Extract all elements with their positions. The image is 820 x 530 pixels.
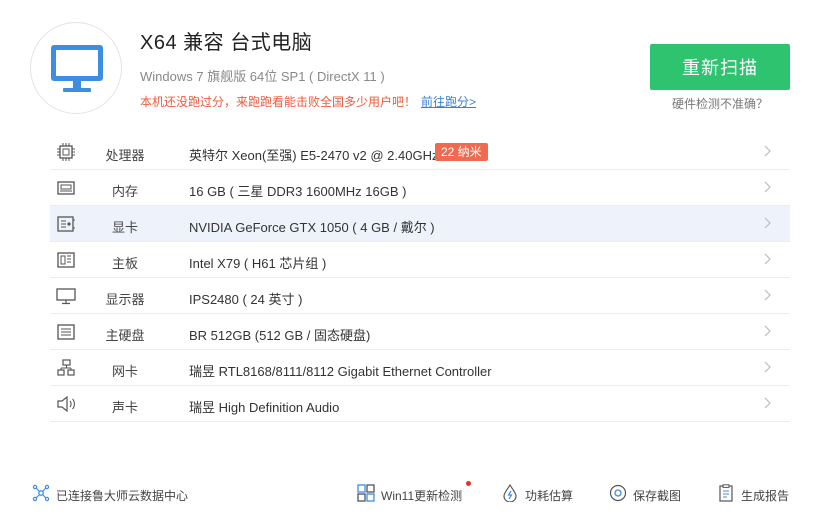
benchmark-promo-text: 本机还没跑过分，来跑跑看能击败全国多少用户吧！ <box>140 95 417 109</box>
desktop-computer-icon <box>51 45 103 92</box>
network-icon <box>57 359 75 376</box>
chevron-right-icon <box>764 289 771 301</box>
chevron-right-icon <box>764 181 771 193</box>
detection-inaccurate-link[interactable]: 硬件检测不准确？ <box>650 95 790 112</box>
process-node-badge: 22 纳米 <box>435 143 488 161</box>
screenshot-icon <box>609 484 627 502</box>
generate-report-label: 生成报告 <box>741 489 790 503</box>
monitor-icon <box>56 288 76 305</box>
hardware-row-cpu[interactable]: 处理器 英特尔 Xeon(至强) E5-2470 v2 @ 2.40GHz 22… <box>50 134 790 170</box>
hardware-label: 声卡 <box>111 400 138 415</box>
hardware-label: 内存 <box>111 184 138 199</box>
hardware-value: 英特尔 Xeon(至强) E5-2470 v2 @ 2.40GHz <box>189 148 439 163</box>
power-drop-icon <box>503 484 517 502</box>
power-estimate-label: 功耗估算 <box>525 489 574 503</box>
notification-dot <box>466 481 471 486</box>
hardware-value: Intel X79 ( H61 芯片组 ) <box>189 256 327 271</box>
cloud-network-icon <box>32 484 50 502</box>
hardware-row-monitor[interactable]: 显示器 IPS2480 ( 24 英寸 ) <box>50 278 790 314</box>
report-icon <box>719 484 733 502</box>
hardware-label: 显示器 <box>105 292 145 307</box>
chevron-right-icon <box>764 325 771 337</box>
speaker-icon <box>57 395 75 413</box>
hardware-label: 处理器 <box>105 148 145 163</box>
hardware-row-harddisk[interactable]: 主硬盘 BR 512GB (512 GB / 固态硬盘) <box>50 314 790 350</box>
hardware-value: BR 512GB (512 GB / 固态硬盘) <box>189 328 371 343</box>
hardware-row-sound[interactable]: 声卡 瑞昱 High Definition Audio <box>50 386 790 422</box>
hardware-label: 显卡 <box>111 220 138 235</box>
hardware-value: IPS2480 ( 24 英寸 ) <box>189 292 303 307</box>
gpu-icon <box>57 216 75 232</box>
hardware-label: 主板 <box>111 256 138 271</box>
os-info: Windows 7 旗舰版 64位 SP1 ( DirectX 11 ) <box>140 69 385 84</box>
cpu-icon <box>57 143 75 161</box>
hardware-value: NVIDIA GeForce GTX 1050 ( 4 GB / 戴尔 ) <box>189 220 435 235</box>
hardware-row-gpu[interactable]: 显卡 NVIDIA GeForce GTX 1050 ( 4 GB / 戴尔 ) <box>50 206 790 242</box>
memory-icon <box>57 181 75 195</box>
hardware-row-motherboard[interactable]: 主板 Intel X79 ( H61 芯片组 ) <box>50 242 790 278</box>
chevron-right-icon <box>764 397 771 409</box>
page-title: X64 兼容 台式电脑 <box>140 32 313 54</box>
chevron-right-icon <box>764 253 771 265</box>
hardware-value: 瑞昱 RTL8168/8111/8112 Gigabit Ethernet Co… <box>189 364 492 379</box>
hardware-list: 处理器 英特尔 Xeon(至强) E5-2470 v2 @ 2.40GHz 22… <box>50 134 790 422</box>
cloud-status-text: 已连接鲁大师云数据中心 <box>56 489 189 503</box>
harddisk-icon <box>57 324 75 340</box>
hardware-label: 主硬盘 <box>105 328 145 343</box>
hardware-label: 网卡 <box>111 364 138 379</box>
chevron-right-icon <box>764 145 771 157</box>
rescan-button[interactable]: 重新扫描 <box>650 44 790 90</box>
hardware-value: 瑞昱 High Definition Audio <box>189 400 340 415</box>
go-benchmark-link[interactable]: 前往跑分> <box>421 93 476 110</box>
computer-avatar <box>30 22 122 114</box>
hardware-value: 16 GB ( 三星 DDR3 1600MHz 16GB ) <box>189 184 407 199</box>
motherboard-icon <box>57 252 75 268</box>
win11-check-label: Win11更新检测 <box>381 489 463 503</box>
hardware-row-network[interactable]: 网卡 瑞昱 RTL8168/8111/8112 Gigabit Ethernet… <box>50 350 790 386</box>
hardware-row-memory[interactable]: 内存 16 GB ( 三星 DDR3 1600MHz 16GB ) <box>50 170 790 206</box>
chevron-right-icon <box>764 217 771 229</box>
save-screenshot-label: 保存截图 <box>633 489 682 503</box>
windows-grid-icon <box>357 484 375 502</box>
chevron-right-icon <box>764 361 771 373</box>
